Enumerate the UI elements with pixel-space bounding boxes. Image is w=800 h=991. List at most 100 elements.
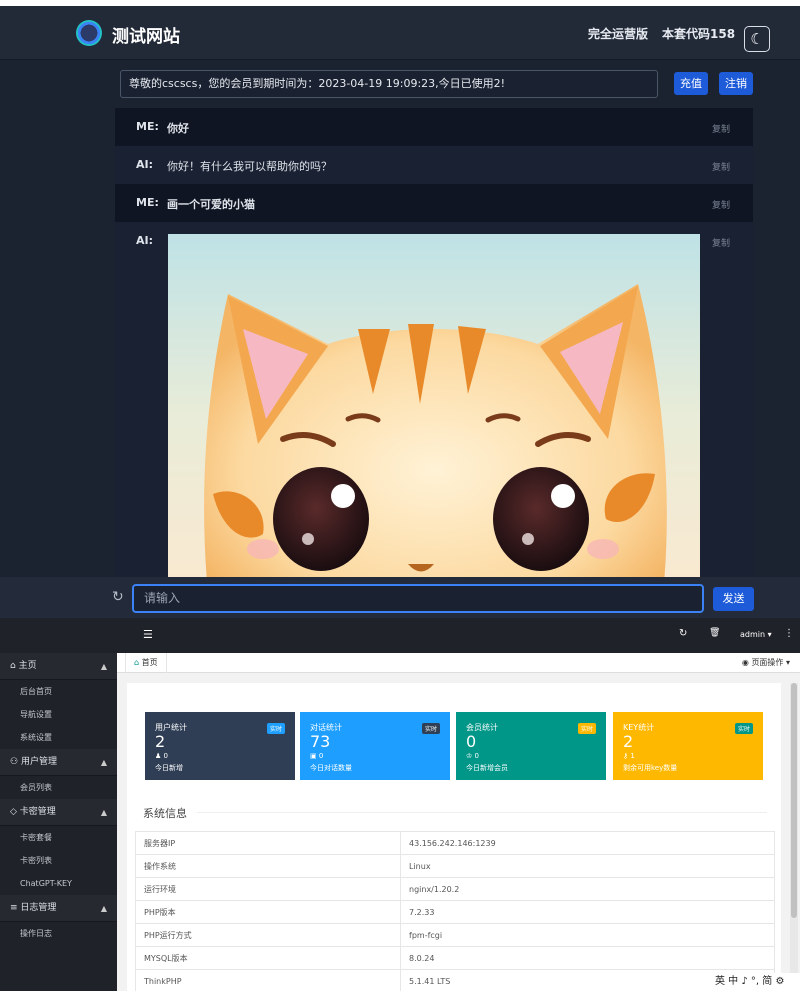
refresh-icon[interactable]: ↻: [112, 589, 124, 605]
table-row: 操作系统 Linux: [135, 854, 775, 878]
card-desc: 今日新增: [155, 764, 183, 772]
sidebar-group-home[interactable]: ⌂ 主页 ▲: [0, 653, 117, 680]
site-title[interactable]: 测试网站: [112, 22, 180, 47]
user-icon: ⚇: [10, 757, 21, 767]
admin-panel: ☰ ↻ 🗑 admin ▾ ⋮ ⌂ 主页 ▲ 后台首页 导航设置 系统设置 ⚇ 用…: [0, 618, 800, 991]
refresh-icon[interactable]: ↻: [679, 628, 687, 639]
chat-icon: ▣: [310, 752, 319, 760]
more-icon[interactable]: ⋮: [784, 628, 794, 639]
table-key: ThinkPHP: [135, 969, 401, 991]
card-sub-value: 0: [474, 752, 479, 760]
card-value: 0: [466, 732, 477, 751]
stat-card-chats: 对话统计 实时 73 ▣ 0 今日对话数量: [300, 712, 450, 780]
card-sub: ♟ 0: [155, 752, 168, 760]
speaker-label: ME:: [136, 196, 159, 209]
admin-topbar: ☰ ↻ 🗑 admin ▾ ⋮: [0, 618, 800, 653]
system-tray[interactable]: 英 中 ♪ °, 简 ⚙: [715, 973, 800, 991]
realtime-badge: 实时: [266, 723, 285, 734]
card-desc: 今日对话数量: [310, 764, 352, 772]
chevron-up-icon: ▲: [100, 758, 107, 767]
card-sub: ⚷ 1: [623, 752, 635, 760]
table-value: fpm-fcgi: [400, 923, 775, 947]
message-text: 画一个可爱的小猫: [167, 198, 255, 211]
sidebar-item-system-settings[interactable]: 系统设置: [0, 726, 117, 749]
sidebar-item-dashboard[interactable]: 后台首页: [0, 680, 117, 703]
menu-toggle-icon[interactable]: ☰: [143, 628, 153, 641]
recharge-button[interactable]: 充值: [674, 72, 708, 95]
table-row: PHP运行方式 fpm-fcgi: [135, 923, 775, 947]
edition-label[interactable]: 完全运营版: [588, 25, 648, 42]
user-icon: ♟: [155, 752, 164, 760]
table-row: 服务器IP 43.156.242.146:1239: [135, 831, 775, 855]
code-label[interactable]: 本套代码158: [662, 25, 735, 42]
admin-user-menu[interactable]: admin ▾: [740, 630, 772, 639]
chat-input[interactable]: 请输入: [132, 584, 704, 613]
chat-header: 测试网站 完全运营版 本套代码158 ☾: [0, 6, 800, 60]
sidebar-item-operation-log[interactable]: 操作日志: [0, 922, 117, 945]
table-row: MYSQL版本 8.0.24: [135, 946, 775, 970]
chat-app: 测试网站 完全运营版 本套代码158 ☾ 尊敬的cscscs，您的会员到期时间为…: [0, 0, 800, 618]
speaker-label: ME:: [136, 120, 159, 133]
sidebar-item-nav-settings[interactable]: 导航设置: [0, 703, 117, 726]
membership-notice: 尊敬的cscscs，您的会员到期时间为：2023-04-19 19:09:23,…: [120, 70, 658, 98]
sidebar-item-members[interactable]: 会员列表: [0, 776, 117, 799]
speaker-label: AI:: [136, 158, 154, 171]
tab-home[interactable]: ⌂ 首页: [125, 653, 167, 673]
admin-sidebar: ⌂ 主页 ▲ 后台首页 导航设置 系统设置 ⚇ 用户管理 ▲ 会员列表 ◇ 卡密管理…: [0, 653, 117, 991]
card-desc: 今日新增会员: [466, 764, 508, 772]
realtime-badge: 实时: [734, 723, 753, 734]
table-key: 服务器IP: [135, 831, 401, 855]
card-sub-value: 0: [163, 752, 168, 760]
stat-card-keys: KEY统计 实时 2 ⚷ 1 剩余可用key数量: [613, 712, 763, 780]
sidebar-group-logs[interactable]: ≡ 日志管理 ▲: [0, 895, 117, 922]
chevron-up-icon: ▲: [100, 808, 107, 817]
dark-mode-toggle[interactable]: ☾: [744, 26, 770, 52]
message-text: 你好！有什么我可以帮助你的吗？: [167, 160, 332, 173]
table-value: 43.156.242.146:1239: [400, 831, 775, 855]
sidebar-item-chatgpt-key[interactable]: ChatGPT-KEY: [0, 872, 117, 895]
sidebar-group-users[interactable]: ⚇ 用户管理 ▲: [0, 749, 117, 776]
realtime-badge: 实时: [577, 723, 596, 734]
table-row: PHP版本 7.2.33: [135, 900, 775, 924]
sidebar-group-cards[interactable]: ◇ 卡密管理 ▲: [0, 799, 117, 826]
sidebar-item-card-packages[interactable]: 卡密套餐: [0, 826, 117, 849]
table-key: 操作系统: [135, 854, 401, 878]
table-value: nginx/1.20.2: [400, 877, 775, 901]
table-row: 运行环境 nginx/1.20.2: [135, 877, 775, 901]
speaker-label: AI:: [136, 234, 154, 247]
send-button[interactable]: 发送: [713, 587, 754, 611]
home-icon: ⌂: [134, 658, 142, 667]
table-key: PHP运行方式: [135, 923, 401, 947]
table-value: Linux: [400, 854, 775, 878]
card-sub: ▣ 0: [310, 752, 323, 760]
sidebar-group-label: 卡密管理: [19, 807, 56, 817]
card-value: 2: [623, 732, 634, 751]
generated-cat-image[interactable]: [168, 234, 700, 578]
dashboard-panel: 用户统计 实时 2 ♟ 0 今日新增 对话统计 实时 73 ▣ 0 今日对话数量…: [127, 683, 781, 991]
card-sub-value: 0: [318, 752, 324, 760]
scrollbar-thumb[interactable]: [791, 683, 797, 918]
sidebar-group-label: 用户管理: [20, 757, 57, 767]
chat-message-ai: AI: 你好！有什么我可以帮助你的吗？ 复制: [115, 146, 753, 184]
sidebar-group-label: 日志管理: [20, 903, 57, 913]
table-key: PHP版本: [135, 900, 401, 924]
scrollbar[interactable]: [790, 683, 798, 983]
site-logo[interactable]: [76, 20, 102, 46]
copy-button[interactable]: 复制: [712, 236, 730, 249]
page-operations-menu[interactable]: ◉ 页面操作 ▾: [742, 653, 790, 673]
message-text: 你好: [167, 122, 189, 135]
system-info-table: 服务器IP 43.156.242.146:1239 操作系统 Linux 运行环境 n…: [135, 831, 775, 991]
trophy-icon: ♔: [466, 752, 475, 760]
realtime-badge: 实时: [421, 723, 440, 734]
card-value: 2: [155, 732, 166, 751]
copy-button[interactable]: 复制: [712, 198, 730, 211]
admin-main: ⌂ 首页 ◉ 页面操作 ▾ 用户统计 实时 2 ♟ 0 今日新增 对话统计 实时…: [117, 653, 800, 991]
trash-icon[interactable]: 🗑: [709, 628, 720, 638]
sidebar-item-card-list[interactable]: 卡密列表: [0, 849, 117, 872]
chat-history: ME: 你好 复制 AI: 你好！有什么我可以帮助你的吗？ 复制 ME: 画一个…: [115, 108, 753, 578]
copy-button[interactable]: 复制: [712, 122, 730, 135]
chevron-up-icon: ▲: [100, 904, 107, 913]
divider: [197, 812, 767, 813]
copy-button[interactable]: 复制: [712, 160, 730, 173]
logout-button[interactable]: 注销: [719, 72, 753, 95]
